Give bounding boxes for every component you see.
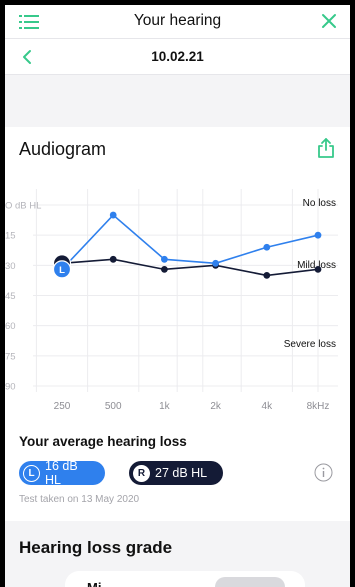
data-point-R <box>314 265 322 273</box>
data-point-L <box>212 259 220 267</box>
share-icon[interactable] <box>316 137 336 159</box>
x-tick-label: 2k <box>210 401 222 412</box>
data-point-R <box>263 271 271 279</box>
right-ear-value: 27 dB HL <box>155 466 208 480</box>
data-point-L <box>109 211 117 219</box>
y-tick-label: O dB HL <box>5 201 41 212</box>
x-tick-label: 250 <box>54 401 71 412</box>
left-ear-value: 16 dB HL <box>45 459 78 487</box>
severe-loss-label: Severe loss <box>284 339 336 350</box>
audiogram-title: Audiogram <box>19 139 107 159</box>
close-icon[interactable] <box>320 12 338 30</box>
y-tick-label: 90 <box>5 382 16 393</box>
grade-card-chip <box>215 577 285 587</box>
right-ear-average-pill[interactable]: R 27 dB HL <box>129 461 223 485</box>
left-ear-badge: L <box>23 464 40 482</box>
data-point-L <box>161 255 168 263</box>
data-point-L <box>263 243 271 251</box>
page-title: Your hearing <box>133 12 222 29</box>
y-tick-label: 75 <box>5 351 16 362</box>
y-tick-label: 60 <box>5 321 16 332</box>
y-tick-label: 15 <box>5 231 16 242</box>
x-tick-label: 500 <box>105 401 122 412</box>
app-screen: Your hearing 10.02.21 Audiogram O dB HL 1… <box>5 5 350 587</box>
data-point-L <box>314 231 322 239</box>
info-icon[interactable] <box>314 463 333 482</box>
left-ear-average-pill[interactable]: L 16 dB HL <box>19 459 105 487</box>
x-tick-label: 4k <box>262 401 274 412</box>
data-point-R <box>161 265 168 273</box>
hearing-loss-grade-card[interactable]: Mi <box>65 571 305 587</box>
test-date-header: 10.02.21 <box>151 49 204 64</box>
no-loss-label: No loss <box>303 198 336 209</box>
start-marker-label-L: L <box>59 265 65 276</box>
hearing-loss-grade-title: Hearing loss grade <box>19 538 173 557</box>
x-tick-label: 1k <box>159 401 171 412</box>
date-bar: 10.02.21 <box>5 39 350 75</box>
top-bar: Your hearing <box>5 5 350 39</box>
audiogram-chart: O dB HL 15 30 45 60 75 90 250 500 1k 2k 4k 8kHz No … <box>5 189 338 412</box>
data-point-R <box>109 255 117 263</box>
y-tick-label: 30 <box>5 261 16 272</box>
y-tick-label: 45 <box>5 291 16 302</box>
test-taken-date: Test taken on 13 May 2020 <box>19 494 140 505</box>
audiogram-card: Audiogram O dB HL 15 30 45 60 75 90 250 500 1k 2k… <box>5 127 350 521</box>
series-line-L <box>61 213 319 270</box>
x-tick-label: 8kHz <box>307 401 330 412</box>
average-loss-title: Your average hearing loss <box>19 434 187 449</box>
grade-card-label: Mi <box>87 580 101 587</box>
right-ear-badge: R <box>133 464 150 482</box>
